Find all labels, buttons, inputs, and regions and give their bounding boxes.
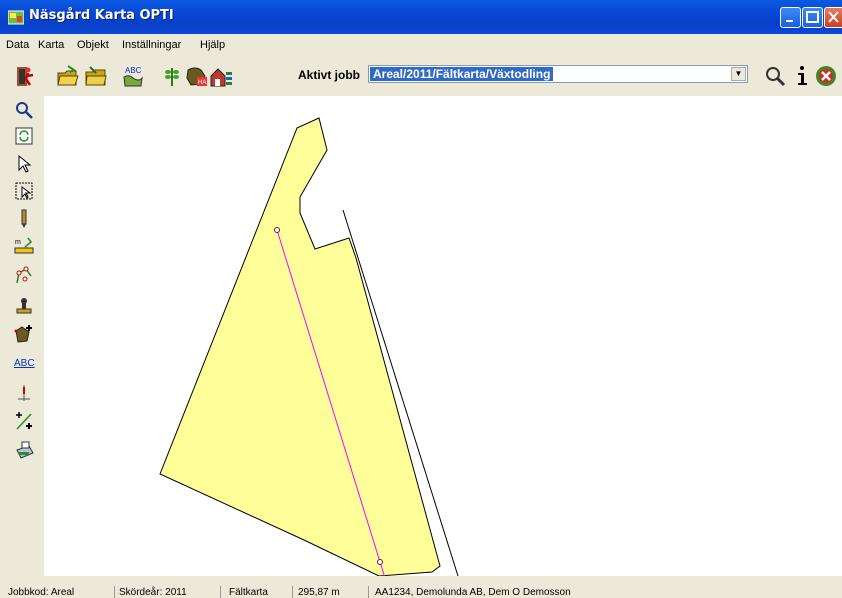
status-separator bbox=[368, 586, 369, 598]
svg-text:HA: HA bbox=[198, 80, 206, 86]
menu-data[interactable]: Data bbox=[6, 39, 29, 51]
active-job-select[interactable]: Areal/2011/Fältkarta/Växtodling ▼ bbox=[368, 65, 748, 83]
edit-points-icon[interactable] bbox=[14, 266, 34, 286]
svg-text:ABC: ABC bbox=[125, 66, 142, 75]
maximize-icon bbox=[806, 11, 819, 23]
stamp-icon[interactable] bbox=[14, 296, 34, 316]
abc-label-icon[interactable]: ABC bbox=[14, 358, 35, 378]
add-field-icon[interactable] bbox=[14, 324, 34, 344]
menu-karta[interactable]: Karta bbox=[38, 39, 64, 51]
select-area-icon[interactable] bbox=[14, 181, 34, 201]
info-icon[interactable] bbox=[790, 64, 814, 88]
refresh-icon[interactable] bbox=[14, 126, 34, 146]
toolbar: ABC HA Aktivt jobb Areal/2011/Fältkarta/… bbox=[0, 56, 842, 96]
maximize-button[interactable] bbox=[802, 7, 823, 28]
app-icon bbox=[8, 10, 24, 25]
zoom-icon[interactable] bbox=[14, 100, 34, 120]
field-polygon[interactable] bbox=[159, 117, 441, 576]
status-skordear: Skördeår: 2011 bbox=[119, 587, 187, 598]
open-folder-icon[interactable] bbox=[56, 64, 80, 88]
dropdown-arrow-icon[interactable]: ▼ bbox=[731, 67, 746, 81]
status-distance: 295,87 m bbox=[298, 587, 340, 598]
status-bar: Jobbkod: Areal Skördeår: 2011 Fältkarta … bbox=[0, 584, 842, 598]
menu-hjalp[interactable]: Hjälp bbox=[200, 39, 225, 51]
status-owner: AA1234, Demolunda AB, Dem O Demosson bbox=[375, 587, 571, 598]
svg-text:m: m bbox=[15, 239, 21, 246]
marker-icon[interactable] bbox=[14, 383, 34, 403]
close-icon bbox=[828, 11, 839, 23]
farm-icon[interactable] bbox=[209, 64, 233, 88]
folder-icon[interactable] bbox=[84, 64, 108, 88]
field-ha-icon[interactable]: HA bbox=[185, 64, 209, 88]
status-separator bbox=[292, 586, 293, 598]
menu-objekt[interactable]: Objekt bbox=[77, 39, 109, 51]
status-jobbkod: Jobbkod: Areal bbox=[8, 587, 75, 598]
menu-bar: Data Karta Objekt Inställningar Hjälp bbox=[0, 34, 842, 56]
title-bar: Näsgård Karta OPTI bbox=[0, 0, 842, 34]
status-separator bbox=[114, 586, 115, 598]
active-job-value: Areal/2011/Fältkarta/Växtodling bbox=[370, 67, 554, 81]
abc-text-icon[interactable]: ABC bbox=[121, 64, 145, 88]
crop-icon[interactable] bbox=[160, 64, 184, 88]
pencil-icon[interactable] bbox=[14, 209, 34, 229]
minimize-icon bbox=[786, 20, 793, 22]
active-job-label: Aktivt jobb bbox=[298, 68, 360, 82]
measure-icon[interactable]: m bbox=[14, 236, 34, 256]
measure-end-point[interactable] bbox=[377, 559, 383, 565]
map-svg[interactable] bbox=[44, 96, 842, 576]
minimize-button[interactable] bbox=[780, 7, 801, 28]
status-separator bbox=[220, 586, 221, 598]
window-title: Näsgård Karta OPTI bbox=[29, 8, 174, 23]
print-icon[interactable] bbox=[14, 441, 34, 461]
menu-installningar[interactable]: Inställningar bbox=[122, 39, 181, 51]
status-karttyp: Fältkarta bbox=[229, 587, 268, 598]
split-icon[interactable] bbox=[14, 411, 34, 431]
search-icon[interactable] bbox=[763, 64, 787, 88]
close-window-button[interactable] bbox=[824, 7, 842, 28]
close-map-icon[interactable] bbox=[814, 64, 838, 88]
exit-icon[interactable] bbox=[14, 64, 38, 88]
measure-start-point[interactable] bbox=[274, 227, 280, 233]
select-arrow-icon[interactable] bbox=[14, 154, 34, 174]
left-toolbar: m ABC bbox=[0, 96, 44, 576]
map-canvas[interactable] bbox=[44, 96, 842, 576]
